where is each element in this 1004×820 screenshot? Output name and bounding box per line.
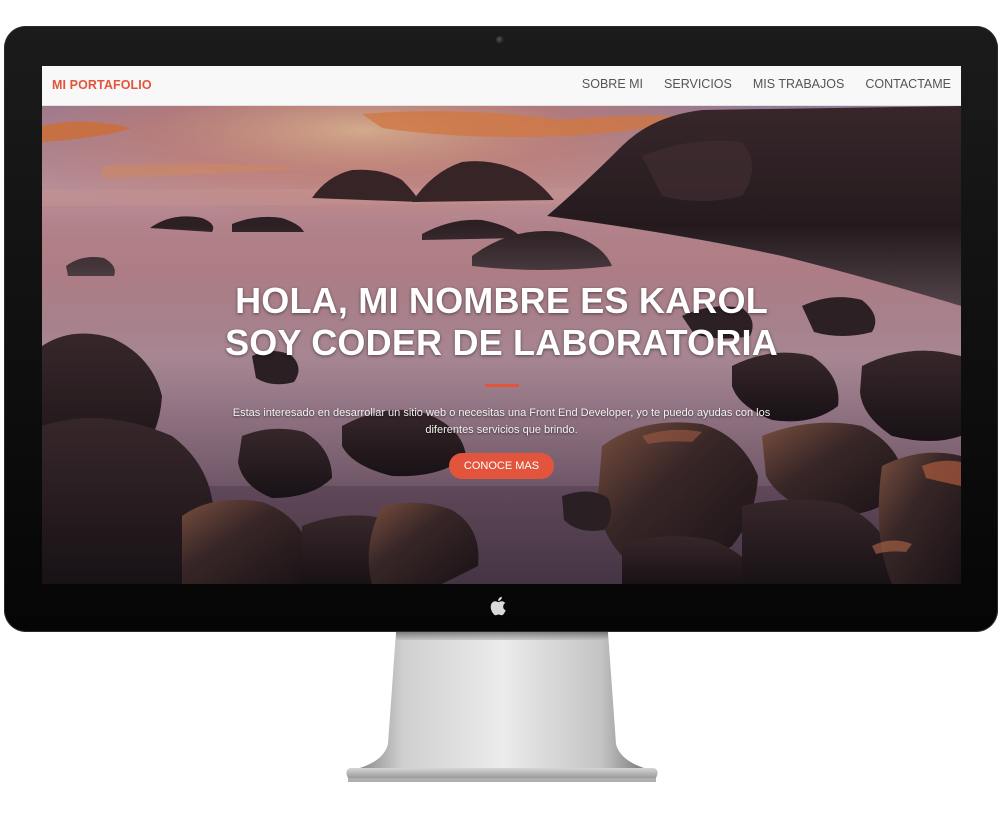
- brand-link[interactable]: MI PORTAFOLIO: [52, 78, 152, 92]
- monitor-mockup: MI PORTAFOLIO SOBRE MI SERVICIOS MIS TRA…: [0, 0, 1004, 820]
- monitor-stand: [346, 632, 658, 782]
- hero-divider: [484, 384, 519, 387]
- monitor-screen: MI PORTAFOLIO SOBRE MI SERVICIOS MIS TRA…: [42, 66, 961, 584]
- navbar: MI PORTAFOLIO SOBRE MI SERVICIOS MIS TRA…: [42, 66, 961, 106]
- hero-content: HOLA, MI NOMBRE ES KAROL SOY CODER DE LA…: [42, 280, 961, 479]
- nav-link-mis-trabajos[interactable]: MIS TRABAJOS: [753, 77, 844, 91]
- hero-section: HOLA, MI NOMBRE ES KAROL SOY CODER DE LA…: [42, 106, 961, 584]
- nav-link-contactame[interactable]: CONTACTAME: [865, 77, 951, 91]
- nav-links: SOBRE MI SERVICIOS MIS TRABAJOS CONTACTA…: [582, 77, 951, 91]
- hero-heading-line-2: SOY CODER DE LABORATORIA: [225, 322, 778, 363]
- nav-link-servicios[interactable]: SERVICIOS: [664, 77, 732, 91]
- nav-link-sobre-mi[interactable]: SOBRE MI: [582, 77, 643, 91]
- hero-description: Estas interesado en desarrollar un sitio…: [232, 407, 771, 436]
- apple-logo-icon: [490, 596, 506, 616]
- conoce-mas-button[interactable]: CONOCE MAS: [448, 453, 555, 479]
- camera-icon: [496, 36, 504, 44]
- hero-heading-line-1: HOLA, MI NOMBRE ES KAROL: [235, 280, 768, 321]
